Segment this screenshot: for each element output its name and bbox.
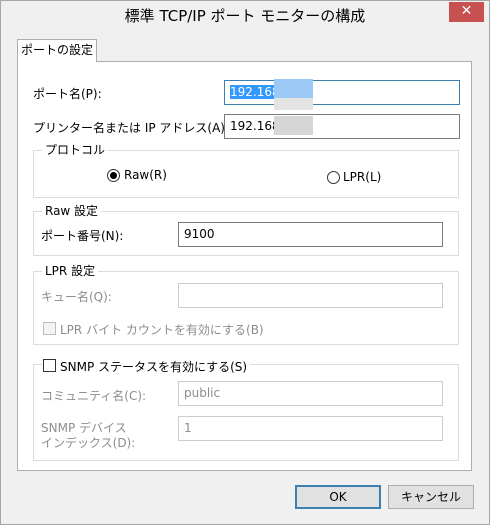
printer-address-input[interactable]: 192.168 (224, 114, 460, 139)
window-title: 標準 TCP/IP ポート モニターの構成 (124, 7, 366, 25)
tab-port-settings[interactable]: ポートの設定 (17, 39, 97, 62)
port-number-value: 9100 (184, 227, 215, 241)
redaction-block (274, 116, 313, 135)
device-index-value: 1 (184, 421, 192, 435)
snmp-checkbox[interactable] (43, 359, 56, 372)
printer-address-value: 192.168 (230, 119, 280, 133)
title-bar[interactable]: 標準 TCP/IP ポート モニターの構成 ✕ (1, 1, 489, 32)
lpr-settings-legend: LPR 設定 (45, 264, 96, 278)
lpr-radio[interactable] (327, 171, 340, 184)
close-button[interactable]: ✕ (449, 2, 484, 22)
ok-button[interactable]: OK (295, 485, 381, 509)
community-name-value: public (184, 386, 221, 400)
device-index-label-line2: インデックス(D): (41, 436, 136, 450)
raw-radio[interactable] (107, 169, 120, 182)
lpr-radio-label[interactable]: LPR(L) (343, 170, 381, 184)
snmp-checkbox-label[interactable]: SNMP ステータスを有効にする(S) (60, 358, 251, 375)
redaction-block (274, 79, 313, 98)
port-number-label: ポート番号(N): (41, 229, 124, 243)
raw-settings-legend: Raw 設定 (45, 204, 99, 218)
port-name-label: ポート名(P): (33, 87, 102, 101)
port-name-value: 192.168 (230, 85, 280, 99)
community-name-input[interactable]: public (178, 381, 443, 406)
queue-name-label: キュー名(Q): (41, 290, 112, 304)
close-icon: ✕ (460, 3, 473, 19)
community-name-label: コミュニティ名(C): (41, 389, 147, 403)
redaction-block (274, 98, 313, 110)
protocol-group: プロトコル (33, 143, 459, 198)
printer-address-label: プリンター名または IP アドレス(A): (33, 121, 230, 135)
cancel-button[interactable]: キャンセル (388, 485, 474, 509)
queue-name-input[interactable] (178, 283, 443, 308)
byte-count-checkbox[interactable] (43, 322, 56, 335)
byte-count-label[interactable]: LPR バイト カウントを有効にする(B) (60, 321, 264, 338)
device-index-input[interactable]: 1 (178, 416, 443, 441)
port-number-input[interactable]: 9100 (178, 222, 443, 247)
raw-radio-label[interactable]: Raw(R) (124, 168, 167, 182)
dialog-window: 標準 TCP/IP ポート モニターの構成 ✕ ポートの設定 ポート名(P): … (0, 0, 490, 525)
protocol-legend: プロトコル (45, 143, 106, 157)
port-name-input[interactable]: 192.168 (224, 80, 460, 105)
